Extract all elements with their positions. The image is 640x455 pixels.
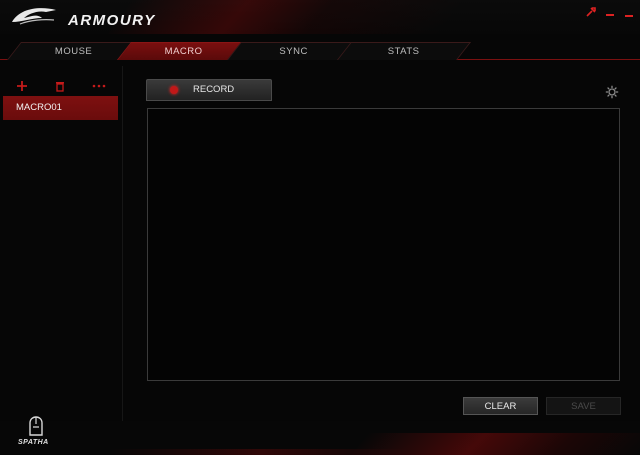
tab-label: MOUSE: [54, 46, 93, 57]
close-icon[interactable]: [622, 6, 636, 20]
footer-decor-line: [110, 449, 410, 455]
main-tabs: MOUSE MACRO SYNC STATS: [0, 42, 640, 60]
gear-icon[interactable]: [605, 85, 619, 99]
panel-divider: [122, 66, 123, 421]
list-item[interactable]: MACRO01: [3, 96, 118, 120]
armoury-window: ARMOURY MOUSE MACRO SYNC STATS MACRO01 R…: [0, 0, 640, 455]
device-name: SPATHA: [18, 439, 49, 446]
macro-editor-area[interactable]: [147, 108, 620, 381]
rog-eye-icon: [12, 8, 56, 25]
title-decor-stripe: [108, 0, 462, 34]
tab-label: STATS: [387, 46, 420, 57]
app-brand-title: ARMOURY: [68, 12, 156, 29]
record-label: RECORD: [193, 84, 235, 95]
trash-icon[interactable]: [53, 80, 67, 94]
tab-label: SYNC: [279, 46, 308, 57]
tab-label: MACRO: [164, 46, 203, 57]
footer-bar: [0, 421, 640, 455]
plus-icon[interactable]: [15, 80, 29, 94]
brand-logo: ARMOURY: [10, 4, 154, 30]
minimize-icon[interactable]: [603, 6, 617, 20]
save-button[interactable]: SAVE: [546, 397, 621, 415]
tab-stats[interactable]: STATS: [336, 42, 472, 60]
record-dot-icon: [170, 86, 178, 94]
clear-button[interactable]: CLEAR: [463, 397, 538, 415]
record-button[interactable]: RECORD: [146, 79, 272, 101]
title-bar: ARMOURY: [0, 0, 640, 34]
more-icon[interactable]: [92, 80, 106, 94]
wrench-icon[interactable]: [584, 6, 598, 20]
macro-item-label: MACRO01: [16, 102, 62, 113]
mouse-device-icon[interactable]: [27, 415, 45, 437]
